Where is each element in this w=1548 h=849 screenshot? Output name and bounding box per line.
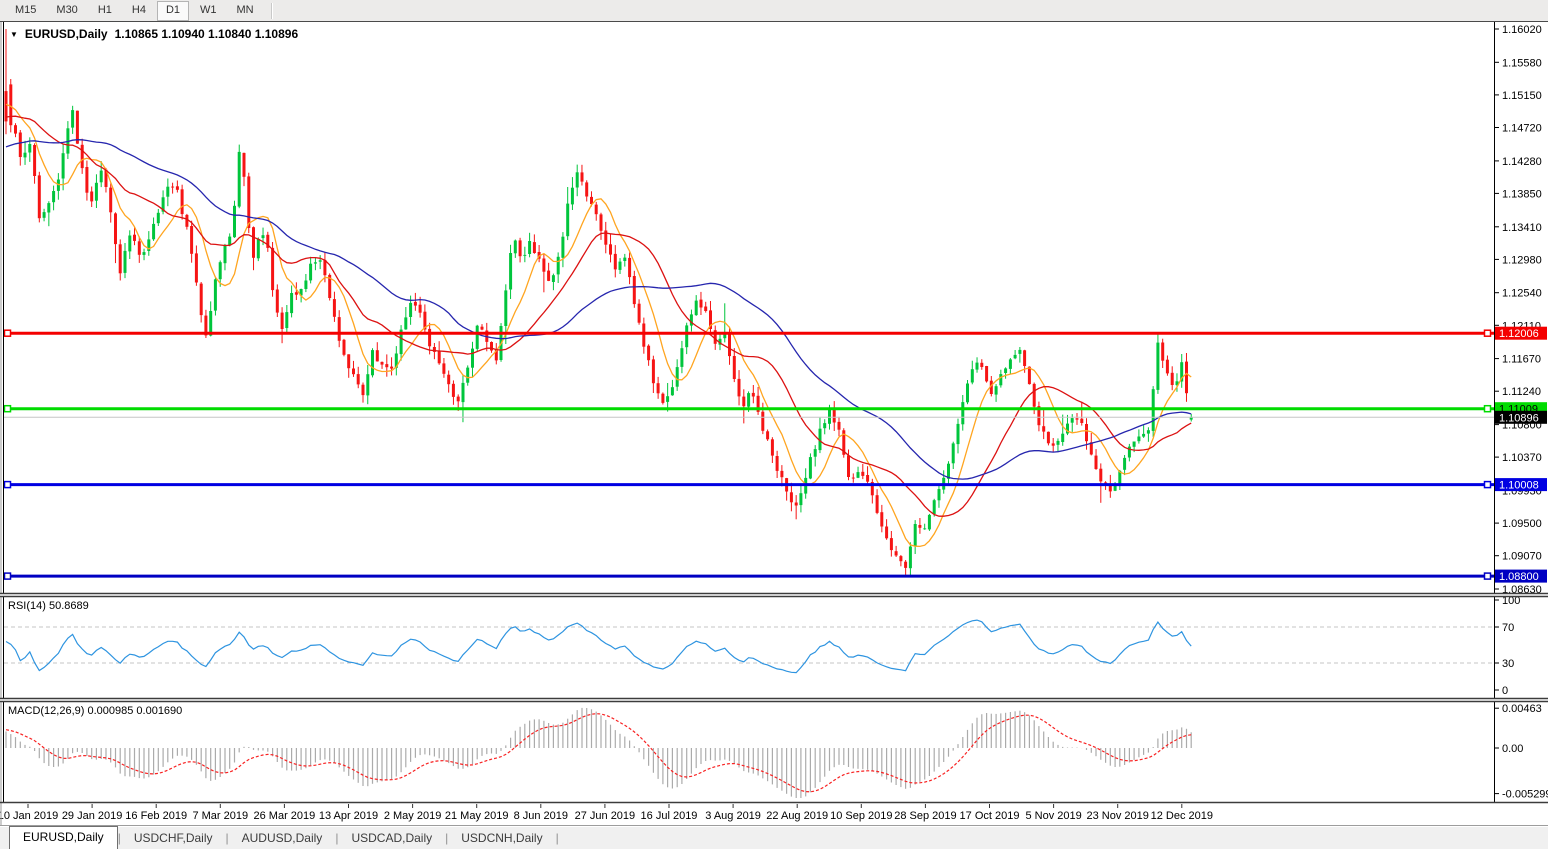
price-axis-tick-label: 1.11670 <box>1502 354 1541 366</box>
timeframe-toolbar: M15M30H1H4D1W1MN <box>0 0 1548 22</box>
timeframe-button-d1[interactable]: D1 <box>157 1 189 21</box>
price-axis: 1.16020 1.15580 1.15150 1.14720 1.14280 1.138… <box>1494 24 1547 596</box>
date-axis-tick-label: 29 Jan 2019 <box>62 810 123 822</box>
horizontal-level-lines <box>4 330 1494 579</box>
timeframe-button-m15[interactable]: M15 <box>6 1 45 21</box>
symbol-tab-audusd[interactable]: AUDUSD,Daily <box>229 827 336 849</box>
macd-axis-tick-label: -0.005299 <box>1502 789 1548 801</box>
rsi-axis-tick-label: 70 <box>1502 622 1514 634</box>
date-axis-tick-label: 16 Jul 2019 <box>641 810 698 822</box>
symbol-tab-usdcad[interactable]: USDCAD,Daily <box>338 827 445 849</box>
date-axis-tick-label: 13 Apr 2019 <box>319 810 378 822</box>
candlestick-series <box>5 29 1193 577</box>
hline-handle-icon[interactable] <box>5 406 11 412</box>
toolbar-divider <box>271 3 272 19</box>
tab-separator: | <box>556 827 559 849</box>
hline-handle-icon[interactable] <box>5 573 11 579</box>
date-axis-tick-label: 7 Mar 2019 <box>192 810 248 822</box>
macd-panel: 0.00463 0.00 -0.005299 <box>6 703 1548 800</box>
date-axis-tick-label: 16 Feb 2019 <box>125 810 187 822</box>
date-axis-tick-label: 12 Dec 2019 <box>1151 810 1213 822</box>
ma-45-line <box>6 140 1191 479</box>
macd-indicator-label: MACD(12,26,9) 0.000985 0.001690 <box>8 705 182 717</box>
hline-handle-icon[interactable] <box>1485 573 1491 579</box>
macd-signal-line <box>6 714 1191 792</box>
chart-canvas: 1.16020 1.15580 1.15150 1.14720 1.14280 1.138… <box>0 0 1548 849</box>
macd-axis-tick-label: 0.00463 <box>1502 703 1542 715</box>
date-axis-tick-label: 27 Jun 2019 <box>575 810 636 822</box>
date-axis-tick-label: 3 Aug 2019 <box>705 810 761 822</box>
timeframe-button-m30[interactable]: M30 <box>47 1 86 21</box>
date-axis-tick-label: 2 May 2019 <box>384 810 441 822</box>
ma-8-line <box>6 104 1191 546</box>
price-badge-value: 1.10896 <box>1499 412 1539 424</box>
rsi-axis-tick-label: 0 <box>1502 685 1508 697</box>
price-axis-tick-label: 1.11240 <box>1502 386 1541 398</box>
symbol-tab-usdchf[interactable]: USDCHF,Daily <box>121 827 226 849</box>
hline-handle-icon[interactable] <box>5 330 11 336</box>
chart-collapse-icon[interactable]: ▼ <box>10 30 18 39</box>
date-axis-tick-label: 28 Sep 2019 <box>894 810 956 822</box>
chart-symbol-label: EURUSD,Daily <box>25 27 108 41</box>
price-axis-tick-label: 1.13410 <box>1502 222 1542 234</box>
hline-handle-icon[interactable] <box>1485 330 1491 336</box>
metatrader-window: 1.16020 1.15580 1.15150 1.14720 1.14280 1.138… <box>0 0 1548 849</box>
timeframe-button-mn[interactable]: MN <box>228 1 263 21</box>
rsi-panel: 10070300 <box>4 595 1520 697</box>
macd-axis-tick-label: 0.00 <box>1502 743 1523 755</box>
timeframe-button-w1[interactable]: W1 <box>191 1 226 21</box>
date-axis: 10 Jan 2019 29 Jan 201916 Feb 2019 7 Mar 2… <box>0 804 1213 822</box>
date-axis-tick-label: 17 Oct 2019 <box>960 810 1020 822</box>
price-axis-tick-label: 1.12980 <box>1502 254 1542 266</box>
chart-ohlc-values: 1.10865 1.10940 1.10840 1.10896 <box>115 27 299 41</box>
hline-handle-icon[interactable] <box>1485 482 1491 488</box>
date-axis-tick-label: 10 Sep 2019 <box>830 810 892 822</box>
ma-20-line <box>6 116 1191 516</box>
price-axis-tick-label: 1.15150 <box>1502 90 1542 102</box>
rsi-indicator-label: RSI(14) 50.8689 <box>8 600 89 612</box>
date-axis-tick-label: 21 May 2019 <box>445 810 509 822</box>
date-axis-tick-label: 10 Jan 2019 <box>0 810 58 822</box>
date-axis-tick-label: 26 Mar 2019 <box>254 810 316 822</box>
timeframe-button-h4[interactable]: H4 <box>123 1 155 21</box>
date-axis-tick-label: 5 Nov 2019 <box>1025 810 1081 822</box>
moving-averages <box>6 104 1191 546</box>
price-axis-tick-label: 1.10370 <box>1502 452 1542 464</box>
price-axis-tick-label: 1.09070 <box>1502 551 1542 563</box>
price-badge-value: 1.10008 <box>1499 480 1539 492</box>
hline-handle-icon[interactable] <box>1485 406 1491 412</box>
price-axis-tick-label: 1.13850 <box>1502 188 1542 200</box>
rsi-line <box>6 620 1191 673</box>
date-axis-tick-label: 22 Aug 2019 <box>766 810 828 822</box>
chart-title: ▼ EURUSD,Daily 1.10865 1.10940 1.10840 1… <box>10 27 298 41</box>
date-axis-tick-label: 8 Jun 2019 <box>514 810 568 822</box>
hline-handle-icon[interactable] <box>5 482 11 488</box>
price-axis-tick-label: 1.15580 <box>1502 57 1542 69</box>
symbol-tabbar: EURUSD,Daily|USDCHF,Daily|AUDUSD,Daily|U… <box>0 825 1548 849</box>
price-axis-tick-label: 1.14720 <box>1502 123 1542 135</box>
price-axis-tick-label: 1.12540 <box>1502 288 1542 300</box>
symbol-tab-usdcnh[interactable]: USDCNH,Daily <box>448 827 555 849</box>
price-badge-value: 1.08800 <box>1499 571 1539 583</box>
date-axis-tick-label: 23 Nov 2019 <box>1087 810 1149 822</box>
timeframe-button-h1[interactable]: H1 <box>89 1 121 21</box>
price-axis-tick-label: 1.09500 <box>1502 518 1542 530</box>
rsi-axis-tick-label: 30 <box>1502 658 1514 670</box>
chart-frame <box>0 22 1548 825</box>
price-badge-value: 1.12006 <box>1499 328 1539 340</box>
price-axis-tick-label: 1.16020 <box>1502 24 1542 36</box>
symbol-tab-eurusd[interactable]: EURUSD,Daily <box>9 826 118 849</box>
price-axis-tick-label: 1.14280 <box>1502 156 1542 168</box>
